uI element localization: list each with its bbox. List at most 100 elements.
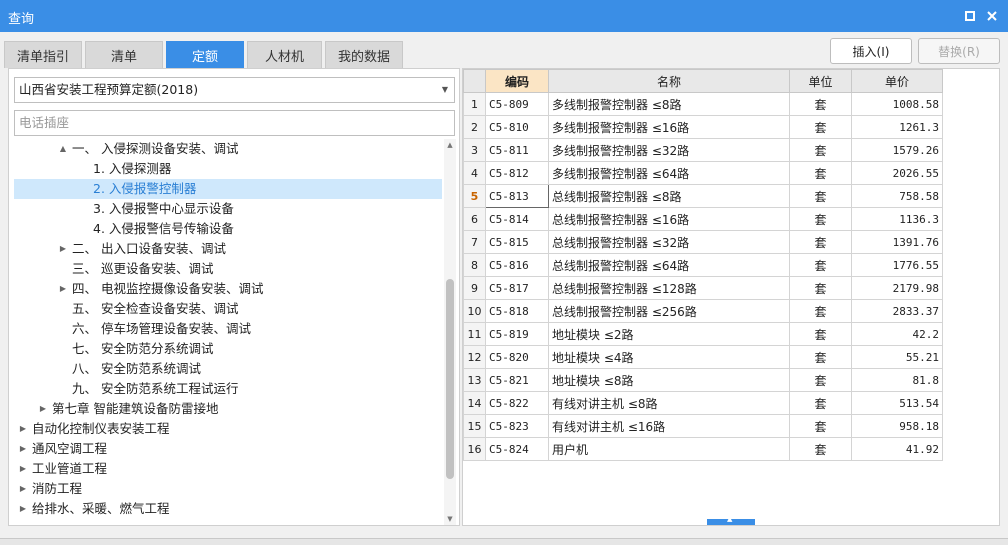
tree-node[interactable]: 七、 安全防范分系统调试 [14, 339, 442, 359]
cell-code[interactable]: C5-822 [485, 391, 549, 415]
header-unit[interactable]: 单位 [789, 69, 852, 93]
cell-code[interactable]: C5-817 [485, 276, 549, 300]
header-price[interactable]: 单价 [851, 69, 943, 93]
row-index[interactable]: 3 [463, 138, 486, 162]
row-index[interactable]: 11 [463, 322, 486, 346]
table-row[interactable]: 11 C5-819 地址模块 ≤2路套 42.2 [463, 322, 943, 346]
row-index[interactable]: 14 [463, 391, 486, 415]
tree-node[interactable]: 3. 入侵报警中心显示设备 [14, 199, 442, 219]
tree-node[interactable]: ▶ 给排水、采暖、燃气工程 [14, 499, 442, 519]
expand-icon[interactable]: ▶ [58, 279, 68, 299]
expand-icon[interactable]: ▶ [18, 479, 28, 499]
table-row[interactable]: 3 C5-811 多线制报警控制器 ≤32路套 1579.26 [463, 138, 943, 162]
cell-unit[interactable]: 套 [789, 368, 852, 392]
cell-code[interactable]: C5-821 [485, 368, 549, 392]
row-index[interactable]: 15 [463, 414, 486, 438]
cell-code[interactable]: C5-809 [485, 92, 549, 116]
table-row[interactable]: 5 C5-813 总线制报警控制器 ≤8路套 758.58 [463, 184, 943, 208]
table-row[interactable]: 14 C5-822 有线对讲主机 ≤8路套 513.54 [463, 391, 943, 415]
cell-code[interactable]: C5-824 [485, 437, 549, 461]
cell-price[interactable]: 41.92 [851, 437, 943, 461]
cell-code[interactable]: C5-814 [485, 207, 549, 231]
table-row[interactable]: 12 C5-820 地址模块 ≤4路套 55.21 [463, 345, 943, 369]
cell-name[interactable]: 地址模块 ≤8路 [548, 368, 790, 392]
cell-name[interactable]: 总线制报警控制器 ≤32路 [548, 230, 790, 254]
cell-code[interactable]: C5-812 [485, 161, 549, 185]
cell-price[interactable]: 1776.55 [851, 253, 943, 277]
cell-code[interactable]: C5-813 [485, 184, 549, 208]
tree-node[interactable]: 1. 入侵探测器 [14, 159, 442, 179]
chevron-down-icon[interactable]: ▼ [442, 78, 448, 102]
table-row[interactable]: 16 C5-824 用户机套 41.92 [463, 437, 943, 461]
tree-scrollbar[interactable]: ▲ ▼ [444, 139, 456, 525]
tree-node[interactable]: ▶ 二、 出入口设备安装、调试 [14, 239, 442, 259]
cell-unit[interactable]: 套 [789, 138, 852, 162]
cell-price[interactable]: 55.21 [851, 345, 943, 369]
scroll-down-icon[interactable]: ▼ [444, 513, 456, 525]
tree-node[interactable]: ▶ 四、 电视监控摄像设备安装、调试 [14, 279, 442, 299]
cell-name[interactable]: 多线制报警控制器 ≤32路 [548, 138, 790, 162]
row-index[interactable]: 16 [463, 437, 486, 461]
tab-qingdan[interactable]: 清单 [85, 41, 163, 68]
tab-qingdan-zhiyin[interactable]: 清单指引 [4, 41, 82, 68]
tree-node[interactable]: 八、 安全防范系统调试 [14, 359, 442, 379]
row-index[interactable]: 1 [463, 92, 486, 116]
cell-code[interactable]: C5-816 [485, 253, 549, 277]
cell-unit[interactable]: 套 [789, 414, 852, 438]
scroll-up-icon[interactable]: ▲ [444, 139, 456, 151]
cell-name[interactable]: 有线对讲主机 ≤8路 [548, 391, 790, 415]
expand-icon[interactable]: ▶ [18, 439, 28, 459]
cell-name[interactable]: 总线制报警控制器 ≤8路 [548, 184, 790, 208]
cell-name[interactable]: 总线制报警控制器 ≤256路 [548, 299, 790, 323]
replace-button[interactable]: 替换(R) [918, 38, 1000, 64]
cell-name[interactable]: 多线制报警控制器 ≤64路 [548, 161, 790, 185]
cell-unit[interactable]: 套 [789, 345, 852, 369]
tree-node[interactable]: ▶ 消防工程 [14, 479, 442, 499]
cell-name[interactable]: 总线制报警控制器 ≤16路 [548, 207, 790, 231]
cell-price[interactable]: 1008.58 [851, 92, 943, 116]
tree-node[interactable]: 九、 安全防范系统工程试运行 [14, 379, 442, 399]
cell-price[interactable]: 81.8 [851, 368, 943, 392]
tree-node[interactable]: 五、 安全检查设备安装、调试 [14, 299, 442, 319]
cell-unit[interactable]: 套 [789, 322, 852, 346]
cell-price[interactable]: 1136.3 [851, 207, 943, 231]
expand-icon[interactable]: ▶ [18, 459, 28, 479]
cell-price[interactable]: 1261.3 [851, 115, 943, 139]
cell-price[interactable]: 758.58 [851, 184, 943, 208]
table-row[interactable]: 1 C5-809 多线制报警控制器 ≤8路套 1008.58 [463, 92, 943, 116]
row-index[interactable]: 2 [463, 115, 486, 139]
table-row[interactable]: 2 C5-810 多线制报警控制器 ≤16路套 1261.3 [463, 115, 943, 139]
expand-icon[interactable]: ▶ [58, 239, 68, 259]
scroll-thumb[interactable] [446, 279, 454, 479]
cell-name[interactable]: 有线对讲主机 ≤16路 [548, 414, 790, 438]
table-row[interactable]: 9 C5-817 总线制报警控制器 ≤128路套 2179.98 [463, 276, 943, 300]
row-index[interactable]: 5 [463, 184, 486, 208]
row-index[interactable]: 10 [463, 299, 486, 323]
row-index[interactable]: 9 [463, 276, 486, 300]
cell-code[interactable]: C5-819 [485, 322, 549, 346]
header-name[interactable]: 名称 [548, 69, 790, 93]
row-index[interactable]: 13 [463, 368, 486, 392]
cell-name[interactable]: 总线制报警控制器 ≤128路 [548, 276, 790, 300]
row-index[interactable]: 6 [463, 207, 486, 231]
chevron-up-icon[interactable]: ▲ [727, 515, 732, 523]
cell-unit[interactable]: 套 [789, 184, 852, 208]
tree-node[interactable]: ▲ 一、 入侵探测设备安装、调试 [14, 139, 442, 159]
search-input[interactable]: 电话插座 [14, 110, 455, 136]
cell-code[interactable]: C5-815 [485, 230, 549, 254]
tab-rencaiji[interactable]: 人材机 [247, 41, 322, 68]
insert-button[interactable]: 插入(I) [830, 38, 912, 64]
table-row[interactable]: 4 C5-812 多线制报警控制器 ≤64路套 2026.55 [463, 161, 943, 185]
header-code[interactable]: 编码 [485, 69, 549, 93]
cell-name[interactable]: 多线制报警控制器 ≤16路 [548, 115, 790, 139]
row-index[interactable]: 7 [463, 230, 486, 254]
table-row[interactable]: 7 C5-815 总线制报警控制器 ≤32路套 1391.76 [463, 230, 943, 254]
tree-node[interactable]: 4. 入侵报警信号传输设备 [14, 219, 442, 239]
cell-code[interactable]: C5-823 [485, 414, 549, 438]
tree-node[interactable]: ▶ 第七章 智能建筑设备防雷接地 [14, 399, 442, 419]
table-row[interactable]: 8 C5-816 总线制报警控制器 ≤64路套 1776.55 [463, 253, 943, 277]
cell-unit[interactable]: 套 [789, 92, 852, 116]
table-row[interactable]: 10 C5-818 总线制报警控制器 ≤256路套 2833.37 [463, 299, 943, 323]
expand-icon[interactable]: ▶ [38, 399, 48, 419]
cell-unit[interactable]: 套 [789, 391, 852, 415]
